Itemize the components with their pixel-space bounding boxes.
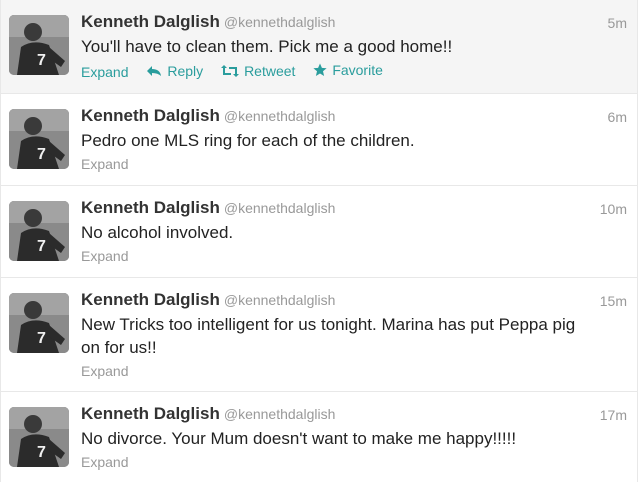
- tweet-item[interactable]: 7 Kenneth Dalglish @kennethdalglish 6m Pe…: [1, 94, 637, 186]
- tweet-actions: Expand: [81, 153, 627, 175]
- retweet-button[interactable]: Retweet: [221, 60, 295, 82]
- expand-link[interactable]: Expand: [81, 64, 128, 80]
- tweet-actions: Expand: [81, 360, 627, 382]
- avatar[interactable]: 7: [9, 407, 69, 467]
- author-handle[interactable]: @kennethdalglish: [224, 292, 336, 308]
- svg-text:7: 7: [37, 444, 46, 461]
- author-handle[interactable]: @kennethdalglish: [224, 108, 336, 124]
- author-name[interactable]: Kenneth Dalglish: [81, 290, 220, 309]
- author-handle[interactable]: @kennethdalglish: [224, 200, 336, 216]
- tweet-text: Pedro one MLS ring for each of the child…: [81, 131, 415, 150]
- tweet-item[interactable]: 7 Kenneth Dalglish @kennethdalglish 15m N…: [1, 278, 637, 392]
- tweet-timestamp[interactable]: 10m: [600, 201, 627, 217]
- tweet-timeline: 7 Kenneth Dalglish @kennethdalglish 5m Yo…: [0, 0, 638, 482]
- author-name[interactable]: Kenneth Dalglish: [81, 106, 220, 125]
- favorite-button[interactable]: Favorite: [313, 59, 383, 81]
- tweet-timestamp[interactable]: 5m: [608, 15, 627, 31]
- svg-text:7: 7: [37, 146, 46, 163]
- tweet-timestamp[interactable]: 15m: [600, 293, 627, 309]
- author-name[interactable]: Kenneth Dalglish: [81, 12, 220, 31]
- tweet-text: New Tricks too intelligent for us tonigh…: [81, 315, 576, 357]
- avatar[interactable]: 7: [9, 15, 69, 75]
- svg-text:7: 7: [37, 330, 46, 347]
- expand-link[interactable]: Expand: [81, 248, 128, 264]
- expand-link[interactable]: Expand: [81, 156, 128, 172]
- avatar[interactable]: 7: [9, 293, 69, 353]
- author-name[interactable]: Kenneth Dalglish: [81, 404, 220, 423]
- expand-link[interactable]: Expand: [81, 363, 128, 379]
- reply-button[interactable]: Reply: [146, 60, 203, 82]
- author-name[interactable]: Kenneth Dalglish: [81, 198, 220, 217]
- reply-icon: [146, 65, 162, 77]
- tweet-item[interactable]: 7 Kenneth Dalglish @kennethdalglish 10m N…: [1, 186, 637, 278]
- tweet-actions: Expand: [81, 245, 627, 267]
- tweet-text: No divorce. Your Mum doesn't want to mak…: [81, 429, 517, 448]
- author-handle[interactable]: @kennethdalglish: [224, 14, 336, 30]
- author-handle[interactable]: @kennethdalglish: [224, 406, 336, 422]
- tweet-timestamp[interactable]: 17m: [600, 407, 627, 423]
- tweet-actions: Expand Reply Retweet Favorite: [81, 59, 627, 81]
- tweet-actions: Expand: [81, 451, 627, 473]
- retweet-icon: [221, 65, 240, 77]
- avatar[interactable]: 7: [9, 109, 69, 169]
- tweet-text: You'll have to clean them. Pick me a goo…: [81, 37, 453, 56]
- tweet-timestamp[interactable]: 6m: [608, 109, 627, 125]
- tweet-item[interactable]: 7 Kenneth Dalglish @kennethdalglish 5m Yo…: [1, 0, 637, 94]
- tweet-item[interactable]: 7 Kenneth Dalglish @kennethdalglish 17m N…: [1, 392, 637, 482]
- star-icon: [313, 63, 327, 77]
- avatar[interactable]: 7: [9, 201, 69, 261]
- tweet-text: No alcohol involved.: [81, 223, 234, 242]
- svg-text:7: 7: [37, 238, 46, 255]
- expand-link[interactable]: Expand: [81, 454, 128, 470]
- svg-text:7: 7: [37, 52, 46, 69]
